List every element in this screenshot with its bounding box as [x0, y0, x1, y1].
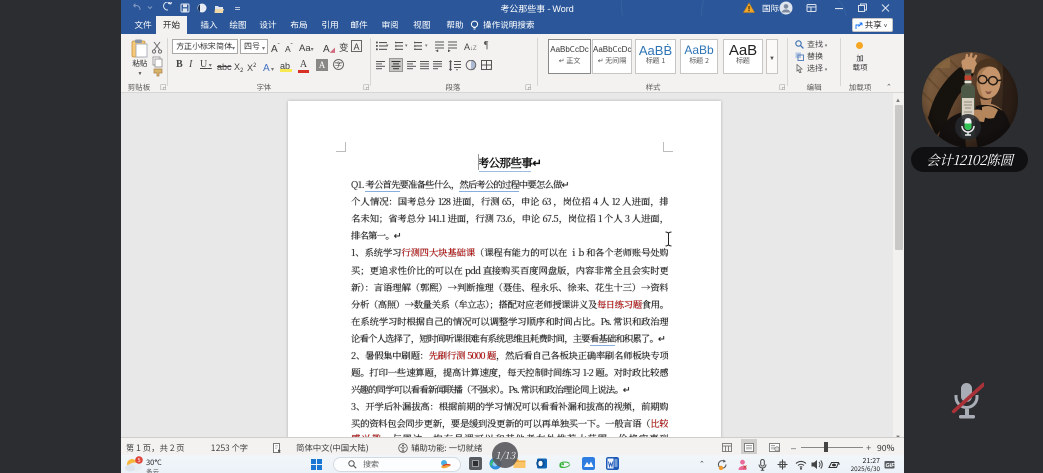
- svg-text:国际: 国际: [762, 3, 780, 15]
- svg-text:5: 5: [137, 456, 140, 464]
- svg-text:▾: ▾: [473, 66, 475, 71]
- svg-text:▾: ▾: [490, 67, 492, 72]
- svg-text:▾: ▾: [456, 67, 458, 71]
- svg-text:GIF: GIF: [886, 461, 896, 469]
